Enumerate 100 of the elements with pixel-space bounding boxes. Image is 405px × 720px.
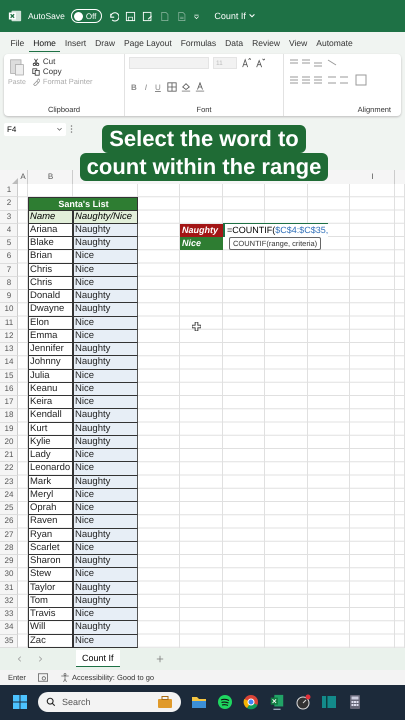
row-number[interactable]: 30 (0, 568, 18, 582)
fill-color-icon[interactable] (180, 82, 191, 92)
row-number[interactable]: 23 (0, 476, 18, 489)
caption-text: count within the range (80, 153, 328, 181)
table-cell: Naughty (73, 436, 138, 449)
more-options-icon[interactable] (70, 124, 73, 134)
row-number[interactable]: 16 (0, 382, 18, 396)
row-number[interactable]: 25 (0, 502, 18, 516)
ribbon-tab[interactable]: Formulas (176, 35, 221, 51)
row-number[interactable]: 26 (0, 515, 18, 528)
row-number[interactable]: 33 (0, 608, 18, 622)
row-number[interactable]: 6 (0, 250, 18, 264)
table-cell: Nice (73, 382, 138, 396)
table-cell: Naughty (73, 237, 138, 250)
copy-button[interactable]: Copy (32, 67, 93, 76)
table-cell: Nice (73, 276, 138, 290)
customize-caret-icon[interactable] (193, 12, 200, 20)
table-cell: Nice (73, 542, 138, 555)
row-number[interactable]: 10 (0, 303, 18, 316)
name-box[interactable]: F4 (4, 122, 66, 136)
sheet-tab[interactable]: Count If (76, 650, 120, 668)
row-number[interactable]: 7 (0, 264, 18, 277)
column-header[interactable]: I (350, 170, 395, 184)
ribbon-tab[interactable]: Data (220, 35, 248, 51)
table-cell: Nice (73, 568, 138, 582)
row-number[interactable]: 24 (0, 488, 18, 502)
music-app-icon[interactable] (217, 694, 233, 710)
briefcase-icon[interactable] (157, 696, 173, 708)
macro-record-icon[interactable] (38, 672, 48, 682)
shrink-font-icon[interactable] (255, 58, 265, 68)
table-cell: Nice (73, 515, 138, 528)
borders-icon[interactable] (166, 82, 177, 92)
table-cell: Naughty (73, 621, 138, 634)
row-number[interactable]: 17 (0, 396, 18, 410)
ribbon-tab[interactable]: Draw (90, 35, 120, 51)
new-file-icon[interactable] (159, 10, 170, 22)
row-number[interactable]: 14 (0, 356, 18, 370)
row-number[interactable]: 15 (0, 370, 18, 383)
cross-cursor-icon (192, 322, 201, 331)
recorder-app-icon[interactable] (295, 694, 311, 710)
row-number[interactable]: 27 (0, 528, 18, 542)
row-number[interactable]: 12 (0, 330, 18, 343)
ribbon-tab[interactable]: Home (28, 34, 60, 52)
ribbon-tab[interactable]: Review (248, 35, 285, 51)
column-header[interactable]: A (18, 170, 28, 184)
row-number[interactable]: 19 (0, 422, 18, 436)
summary-label: Naughty (180, 224, 223, 237)
row-number[interactable]: 2 (0, 197, 18, 210)
spreadsheet-app-icon[interactable] (269, 694, 285, 710)
cut-button[interactable]: Cut (32, 57, 93, 66)
ribbon-tab[interactable]: Insert (60, 35, 91, 51)
row-number[interactable]: 18 (0, 409, 18, 422)
row-number[interactable]: 32 (0, 594, 18, 608)
row-number[interactable]: 4 (0, 224, 18, 237)
table-cell: Nice (73, 462, 138, 476)
row-number[interactable]: 5 (0, 237, 18, 250)
browser-icon[interactable] (243, 694, 259, 710)
row-number[interactable]: 1 (0, 184, 18, 198)
formula-text[interactable]: =COUNTIF($C$4:$C$35, (223, 222, 328, 237)
row-number[interactable]: 28 (0, 542, 18, 555)
windows-start-icon[interactable] (12, 694, 28, 710)
ribbon-tab[interactable]: Automate (312, 35, 358, 51)
panel-app-icon[interactable] (321, 694, 337, 710)
row-number[interactable]: 35 (0, 634, 18, 648)
row-number[interactable]: 9 (0, 290, 18, 304)
save-icon[interactable] (125, 10, 136, 22)
row-number[interactable]: 22 (0, 462, 18, 476)
table-header: Naughty/Nice (73, 210, 138, 224)
row-number[interactable]: 21 (0, 449, 18, 462)
add-sheet-icon[interactable] (156, 654, 164, 663)
row-number[interactable]: 13 (0, 343, 18, 356)
row-number[interactable]: 31 (0, 582, 18, 595)
table-cell: Nice (73, 608, 138, 622)
document-icon[interactable] (176, 10, 188, 22)
row-number[interactable]: 29 (0, 555, 18, 568)
italic-button[interactable]: I (142, 82, 150, 92)
calculator-icon[interactable] (347, 694, 363, 710)
font-color-icon[interactable] (194, 82, 205, 92)
row-number[interactable]: 8 (0, 276, 18, 290)
bold-button[interactable]: B (129, 82, 139, 92)
search-field[interactable]: Search (38, 692, 181, 712)
row-number[interactable]: 3 (0, 210, 18, 224)
document-title[interactable]: Count If (214, 11, 256, 21)
table-cell: Naughty (73, 409, 138, 422)
table-cell: Nice (73, 316, 138, 330)
ribbon-tab[interactable]: Page Layout (120, 35, 176, 51)
row-number[interactable]: 20 (0, 436, 18, 449)
grow-font-icon[interactable] (241, 58, 251, 68)
row-number[interactable]: 34 (0, 621, 18, 634)
column-header[interactable]: B (28, 170, 73, 184)
ribbon-tab[interactable]: File (6, 35, 29, 51)
folder-icon[interactable] (191, 694, 207, 710)
undo-icon[interactable] (108, 10, 120, 22)
ribbon-tab[interactable]: View (284, 35, 312, 51)
underline-button[interactable]: U (153, 82, 163, 92)
row-number[interactable]: 11 (0, 316, 18, 330)
save-as-icon[interactable] (142, 10, 154, 22)
autosave-toggle[interactable]: Off (70, 9, 102, 23)
table-cell: Naughty (73, 476, 138, 489)
table-title: Santa's List (28, 197, 138, 210)
